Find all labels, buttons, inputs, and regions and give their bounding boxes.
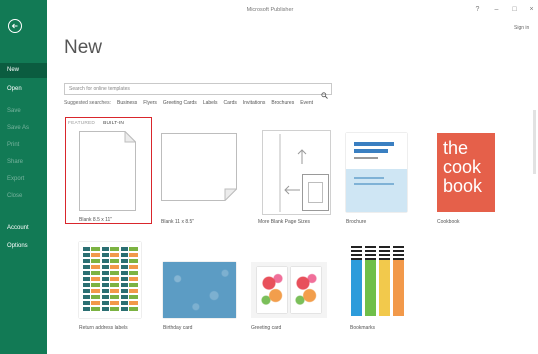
help-button[interactable]: ?	[473, 5, 482, 14]
suggested-search-link[interactable]: Event	[300, 100, 313, 106]
minimize-button[interactable]: –	[492, 5, 501, 14]
suggested-search-link[interactable]: Labels	[203, 100, 218, 106]
template-greeting-card[interactable]	[251, 262, 327, 318]
scrollbar-thumb[interactable]	[533, 110, 536, 174]
sidebar-item-label: Export	[7, 176, 25, 182]
back-arrow-icon[interactable]	[8, 19, 22, 33]
sidebar-item-new[interactable]: New	[0, 63, 47, 78]
close-button[interactable]: ×	[527, 5, 536, 14]
sidebar-item-close: Close	[0, 189, 47, 204]
search-placeholder: Search for online templates	[69, 86, 130, 92]
sidebar-item-open[interactable]: Open	[0, 82, 47, 97]
sidebar-item-label: Options	[7, 243, 28, 249]
sidebar-item-label: New	[7, 67, 20, 73]
sidebar-item-label: Print	[7, 142, 20, 148]
suggested-searches: Suggested searches: Business Flyers Gree…	[64, 100, 313, 106]
template-birthday-card[interactable]	[163, 262, 236, 318]
sidebar-item-label: Save As	[7, 125, 30, 131]
template-label: Greeting card	[251, 325, 282, 331]
template-more-sizes[interactable]	[258, 128, 336, 216]
bookmark-strip	[365, 246, 376, 316]
sidebar-item-label: Share	[7, 159, 24, 165]
bookmark-strip	[379, 246, 390, 316]
cover-text: the	[443, 138, 469, 158]
cover-text: book	[443, 176, 483, 196]
label-column	[83, 247, 100, 313]
cover-text: cook	[443, 157, 482, 177]
card-image	[257, 267, 287, 313]
card-image	[291, 267, 321, 313]
template-brochure[interactable]	[346, 133, 407, 212]
sidebar-item-label: Account	[7, 225, 29, 231]
sidebar-item-label: Save	[7, 108, 21, 114]
template-bookmarks[interactable]	[350, 242, 407, 318]
sidebar-item-share: Share	[0, 155, 47, 170]
template-label: Blank 11 x 8.5"	[161, 219, 195, 225]
maximize-button[interactable]: □	[510, 5, 519, 14]
sidebar-item-save: Save	[0, 104, 47, 119]
bookmark-strip	[351, 246, 362, 316]
template-cookbook[interactable]: the cook book	[437, 133, 495, 212]
template-label: Brochure	[346, 219, 367, 225]
sidebar-item-export: Export	[0, 172, 47, 187]
suggested-search-link[interactable]: Brochures	[271, 100, 294, 106]
highlight-box	[65, 117, 152, 224]
sidebar-item-print: Print	[0, 138, 47, 153]
page-title: New	[64, 37, 103, 58]
sidebar-item-label: Close	[7, 193, 23, 199]
search-icon[interactable]	[321, 86, 328, 104]
template-labels[interactable]	[79, 242, 141, 318]
suggested-search-link[interactable]: Flyers	[143, 100, 157, 106]
backstage-sidebar: New Open Save Save As Print Share Export…	[0, 0, 47, 354]
template-blank-landscape[interactable]	[161, 133, 238, 202]
suggested-search-link[interactable]: Greeting Cards	[163, 100, 197, 106]
template-label: Bookmarks	[350, 325, 376, 331]
suggested-searches-label: Suggested searches:	[64, 100, 111, 106]
template-label: Return address labels	[79, 325, 128, 331]
label-column	[121, 247, 138, 313]
window-title: Microsoft Publisher	[246, 7, 294, 13]
label-column	[102, 247, 119, 313]
sidebar-item-save-as: Save As	[0, 121, 47, 136]
template-label: Birthday card	[163, 325, 193, 331]
sidebar-item-options[interactable]: Options	[0, 239, 47, 254]
bookmark-strip	[393, 246, 404, 316]
sidebar-item-account[interactable]: Account	[0, 221, 47, 236]
template-label: More Blank Page Sizes	[258, 219, 310, 225]
sign-in-link[interactable]: Sign in	[514, 25, 529, 31]
suggested-search-link[interactable]: Invitations	[243, 100, 266, 106]
sidebar-item-label: Open	[7, 86, 22, 92]
template-label: Cookbook	[437, 219, 460, 225]
suggested-search-link[interactable]: Cards	[224, 100, 237, 106]
suggested-search-link[interactable]: Business	[117, 100, 137, 106]
search-input[interactable]: Search for online templates	[64, 83, 332, 99]
